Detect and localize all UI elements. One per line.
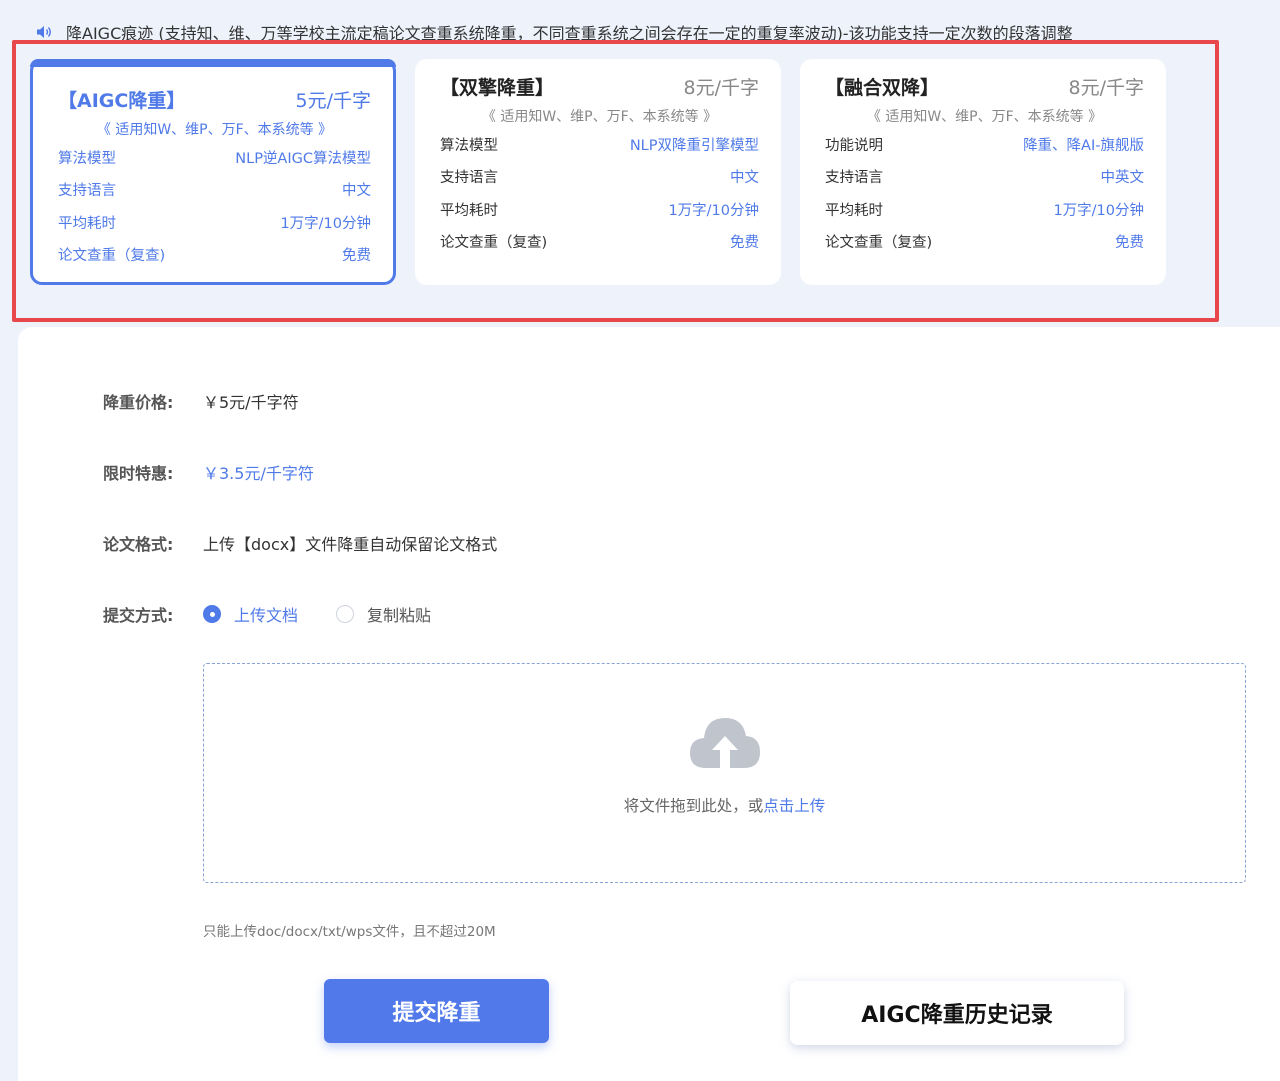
plan-row-value: NLP双降重引擎模型 — [629, 137, 759, 154]
file-dropzone[interactable]: 将文件拖到此处，或点击上传 — [203, 663, 1246, 883]
plan-name: 【AIGC降重】 — [58, 89, 186, 112]
plan-row-value: 中英文 — [1100, 170, 1145, 187]
speaker-icon — [36, 25, 52, 39]
plan-price: 8元/千字 — [1068, 76, 1145, 99]
plan-card-aigc[interactable]: 【AIGC降重】 5元/千字 《 适用知W、维P、万F、本系统等 》 算法模型 … — [30, 59, 396, 285]
plan-name: 【融合双降】 — [825, 76, 940, 99]
plan-card-fusion[interactable]: 【融合双降】 8元/千字 《 适用知W、维P、万F、本系统等 》 功能说明 降重… — [800, 59, 1166, 285]
plan-row-key: 平均耗时 — [440, 202, 498, 219]
cloud-upload-icon — [688, 714, 762, 774]
plan-row-key: 功能说明 — [825, 137, 883, 154]
plan-row-key: 支持语言 — [58, 183, 116, 200]
plan-row-value: 免费 — [1115, 235, 1144, 252]
plan-row: 支持语言 中文 — [58, 174, 371, 207]
plan-row: 支持语言 中英文 — [825, 161, 1144, 194]
plan-row-value: 1万字/10分钟 — [668, 202, 759, 219]
plan-row-key: 论文查重（复查) — [825, 235, 933, 252]
plan-row-value: 中文 — [730, 170, 759, 187]
radio-button[interactable] — [203, 605, 221, 623]
plan-price: 8元/千字 — [683, 76, 760, 99]
plan-row: 平均耗时 1万字/10分钟 — [825, 193, 1144, 226]
plan-name: 【双擎降重】 — [440, 76, 555, 99]
history-button[interactable]: AIGC降重历史记录 — [790, 981, 1124, 1045]
plan-row-value: 中文 — [342, 183, 371, 200]
plan-row-key: 平均耗时 — [825, 202, 883, 219]
plan-row: 支持语言 中文 — [440, 161, 759, 194]
upload-limit-note: 只能上传doc/docx/txt/wps文件，且不超过20M — [203, 924, 496, 940]
upload-hint: 将文件拖到此处，或点击上传 — [624, 794, 826, 816]
radio-button[interactable] — [336, 605, 355, 623]
plan-row-value: NLP逆AIGC算法模型 — [235, 150, 371, 167]
plan-row: 论文查重（复查) 免费 — [440, 226, 759, 259]
submit-mode-field: 提交方式: 上传文档 复制粘贴 — [103, 602, 469, 626]
plan-row-key: 算法模型 — [440, 137, 498, 154]
plan-scope: 《 适用知W、维P、万F、本系统等 》 — [481, 109, 718, 125]
promo-label: 限时特惠: — [103, 464, 174, 483]
plan-row: 平均耗时 1万字/10分钟 — [440, 193, 759, 226]
plan-row-value: 降重、降AI-旗舰版 — [1023, 137, 1144, 154]
format-value: 上传【docx】文件降重自动保留论文格式 — [203, 535, 498, 554]
plan-row: 算法模型 NLP逆AIGC算法模型 — [58, 141, 371, 174]
plan-row: 平均耗时 1万字/10分钟 — [58, 206, 371, 239]
promo-field: 限时特惠: ￥3.5元/千字符 — [103, 460, 314, 484]
plan-row: 功能说明 降重、降AI-旗舰版 — [825, 128, 1144, 161]
plan-row-key: 论文查重（复查) — [58, 248, 166, 265]
format-label: 论文格式: — [103, 535, 174, 554]
click-upload-link[interactable]: 点击上传 — [763, 797, 825, 815]
radio-copy-paste[interactable]: 复制粘贴 — [336, 602, 431, 626]
submit-mode-radio-group: 上传文档 复制粘贴 — [203, 602, 469, 626]
radio-label: 上传文档 — [234, 606, 299, 625]
plan-row-value: 免费 — [342, 248, 371, 265]
price-label: 降重价格: — [103, 393, 174, 412]
plan-row-key: 论文查重（复查) — [440, 235, 548, 252]
plan-row: 论文查重（复查) 免费 — [825, 226, 1144, 259]
plan-card-dual-engine[interactable]: 【双擎降重】 8元/千字 《 适用知W、维P、万F、本系统等 》 算法模型 NL… — [415, 59, 781, 285]
price-value: ￥5元/千字符 — [203, 393, 299, 412]
plan-row-key: 算法模型 — [58, 150, 116, 167]
submit-mode-label: 提交方式: — [103, 606, 174, 625]
plan-row: 算法模型 NLP双降重引擎模型 — [440, 128, 759, 161]
radio-upload-document[interactable]: 上传文档 — [203, 602, 298, 626]
plan-row-key: 支持语言 — [440, 170, 498, 187]
plan-row-key: 平均耗时 — [58, 215, 116, 232]
upload-hint-text: 将文件拖到此处，或 — [623, 797, 764, 815]
radio-label: 复制粘贴 — [367, 606, 432, 625]
plan-price: 5元/千字 — [295, 89, 372, 112]
price-field: 降重价格: ￥5元/千字符 — [103, 389, 299, 413]
plan-row: 论文查重（复查) 免费 — [58, 239, 371, 272]
format-field: 论文格式: 上传【docx】文件降重自动保留论文格式 — [103, 531, 497, 555]
plan-row-value: 1万字/10分钟 — [1053, 202, 1144, 219]
plan-row-value: 1万字/10分钟 — [280, 215, 371, 232]
promo-value: ￥3.5元/千字符 — [203, 464, 314, 483]
plan-row-value: 免费 — [730, 235, 759, 252]
order-form-panel: 降重价格: ￥5元/千字符 限时特惠: ￥3.5元/千字符 论文格式: 上传【d… — [18, 327, 1280, 1081]
submit-button[interactable]: 提交降重 — [324, 979, 549, 1043]
plan-scope: 《 适用知W、维P、万F、本系统等 》 — [866, 109, 1103, 125]
notice-bar: 降AIGC痕迹 (支持知、维、万等学校主流定稿论文查重系统降重，不同查重系统之间… — [36, 20, 1073, 44]
notice-text: 降AIGC痕迹 (支持知、维、万等学校主流定稿论文查重系统降重，不同查重系统之间… — [66, 24, 1073, 43]
plan-scope: 《 适用知W、维P、万F、本系统等 》 — [96, 122, 333, 138]
plan-row-key: 支持语言 — [825, 170, 883, 187]
